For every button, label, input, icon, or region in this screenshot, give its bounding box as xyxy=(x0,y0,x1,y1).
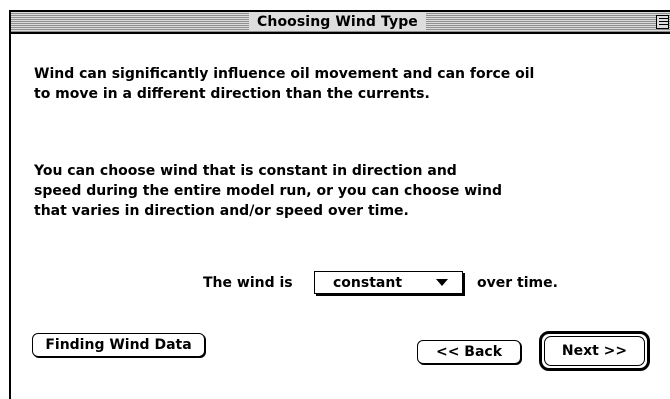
next-button[interactable]: Next >> xyxy=(544,336,645,366)
wind-type-popup-menu[interactable]: constant xyxy=(314,271,463,294)
wind-type-selected-value: constant xyxy=(333,275,403,291)
wind-type-prefix-label: The wind is xyxy=(203,275,293,291)
paragraph-wind-choice: You can choose wind that is constant in … xyxy=(34,163,502,219)
dialog-window: Choosing Wind Type Wind can significantl… xyxy=(9,10,670,399)
wind-type-suffix-label: over time. xyxy=(477,275,558,291)
paragraph-wind-influence: Wind can significantly influence oil mov… xyxy=(34,66,535,102)
window-title: Choosing Wind Type xyxy=(249,13,426,31)
finding-wind-data-button[interactable]: Finding Wind Data xyxy=(32,333,205,357)
back-button[interactable]: << Back xyxy=(417,340,521,364)
zoom-box-icon[interactable] xyxy=(656,15,669,29)
title-bar[interactable]: Choosing Wind Type xyxy=(11,12,670,34)
wind-type-row: The wind is constant over time. xyxy=(11,268,661,298)
triangle-down-icon xyxy=(436,279,448,286)
